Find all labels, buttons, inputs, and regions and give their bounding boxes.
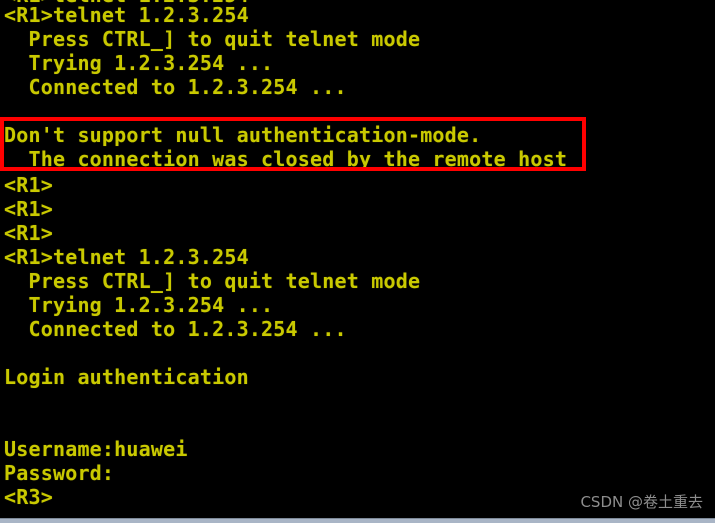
terminal-line: <R1>telnet 1.2.3.254 xyxy=(4,3,249,27)
terminal-line: <R1>telnet 1.2.3.254 xyxy=(4,245,249,269)
terminal-line: Connected to 1.2.3.254 ... xyxy=(4,317,347,341)
terminal-line: Trying 1.2.3.254 ... xyxy=(4,293,274,317)
terminal-line: Press CTRL_] to quit telnet mode xyxy=(4,27,421,51)
window-bottom-bar xyxy=(0,518,715,523)
terminal-line: Connected to 1.2.3.254 ... xyxy=(4,75,347,99)
terminal-line: Username:huawei xyxy=(4,437,188,461)
terminal-line: <R1> xyxy=(4,197,53,221)
terminal-window: <R1>telnet 1.2.3.254 <R1>telnet 1.2.3.254… xyxy=(0,0,715,523)
csdn-watermark: CSDN @卷土重去 xyxy=(580,493,703,511)
terminal-line: Login authentication xyxy=(4,365,249,389)
terminal-line: Don't support null authentication-mode. xyxy=(4,123,482,147)
terminal-line: Press CTRL_] to quit telnet mode xyxy=(4,269,421,293)
terminal-line: <R1> xyxy=(4,173,53,197)
terminal-line: <R3> xyxy=(4,485,53,509)
terminal-line: <R1> xyxy=(4,221,53,245)
terminal-line: Password: xyxy=(4,461,115,485)
terminal-line: Trying 1.2.3.254 ... xyxy=(4,51,274,75)
terminal-output[interactable]: <R1>telnet 1.2.3.254 <R1>telnet 1.2.3.254… xyxy=(0,0,715,519)
terminal-line: The connection was closed by the remote … xyxy=(4,147,568,171)
